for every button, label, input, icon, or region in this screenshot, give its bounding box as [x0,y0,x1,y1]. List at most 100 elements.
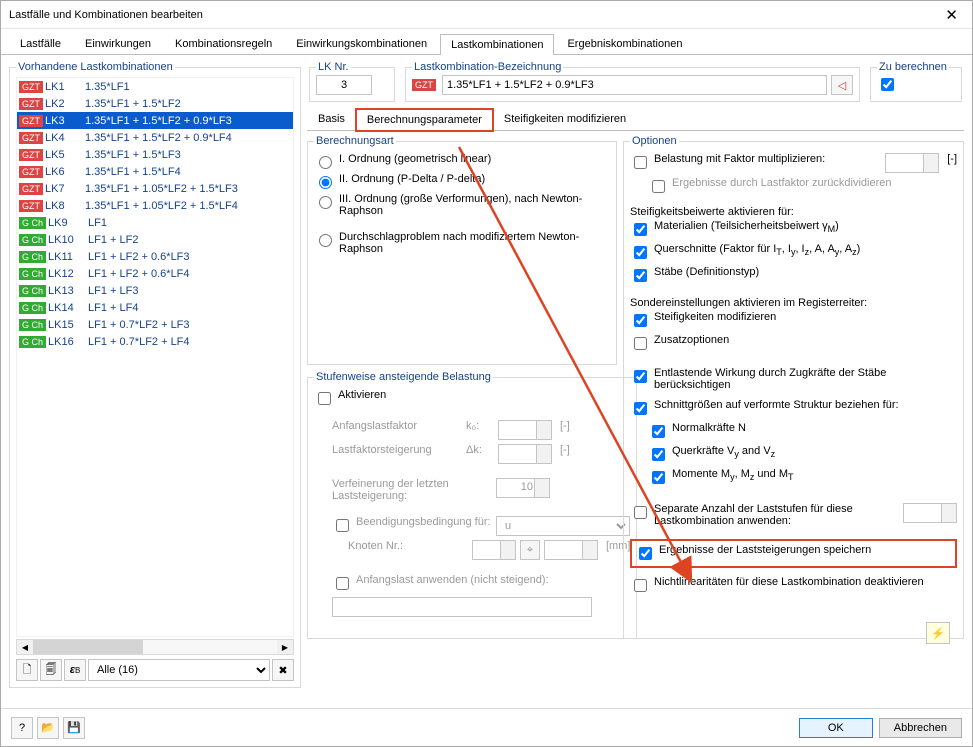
copy-button[interactable]: 🗐 [40,659,62,681]
lk-id: LK11 [48,251,88,263]
lk-id: LK12 [48,268,88,280]
delete-button[interactable]: ✖ [272,659,294,681]
lkname-picker-button[interactable]: ◁ [831,75,853,95]
belastung-checkbox[interactable] [634,156,647,169]
ba-radio-1[interactable] [319,156,332,169]
lk-id: LK3 [45,115,85,127]
stufen-aktivieren-checkbox[interactable] [318,392,331,405]
steifmod-checkbox[interactable] [634,314,647,327]
tab-einwirkungen[interactable]: Einwirkungen [74,33,162,54]
k0-label: k₀: [466,420,494,432]
cancel-button[interactable]: Abbrechen [879,718,962,738]
list-scrollbar[interactable]: ◀ ▶ [16,639,294,655]
beendigung-combo: u [496,516,630,536]
ba-label-2: II. Ordnung (P-Delta / P-delta) [339,173,485,185]
calc-label: Zu berechnen [877,61,949,73]
lk-id: LK4 [45,132,85,144]
list-item[interactable]: GZTLK61.35*LF1 + 1.5*LF4 [17,163,293,180]
querk-checkbox[interactable] [652,448,665,461]
list-item[interactable]: G ChLK9LF1 [17,214,293,231]
steifmod-label: Steifigkeiten modifizieren [654,311,776,323]
momente-checkbox[interactable] [652,471,665,484]
dialog-title: Lastfälle und Kombinationen bearbeiten [9,9,203,21]
separate-checkbox[interactable] [634,506,647,519]
erg-speichern-label: Ergebnisse der Laststeigerungen speicher… [659,544,871,556]
material-checkbox[interactable] [634,223,647,236]
lk-tag: GZT [19,149,43,161]
list-item[interactable]: G ChLK13LF1 + LF3 [17,282,293,299]
filter-combo[interactable]: Alle (16) [88,659,270,681]
calc-group: Zu berechnen [870,61,962,102]
lk-desc: LF1 + LF2 [88,234,138,246]
schnitt-checkbox[interactable] [634,402,647,415]
lk-desc: 1.35*LF1 + 1.05*LF2 + 1.5*LF3 [85,183,238,195]
lk-desc: 1.35*LF1 + 1.5*LF4 [85,166,181,178]
lkname-input[interactable] [442,75,827,95]
open-button[interactable]: 📂 [37,717,59,739]
normal-checkbox[interactable] [652,425,665,438]
lk-id: LK13 [48,285,88,297]
help-button[interactable]: ? [11,717,33,739]
list-item[interactable]: G ChLK12LF1 + LF2 + 0.6*LF4 [17,265,293,282]
separate-input[interactable] [903,503,957,523]
list-item[interactable]: G ChLK16LF1 + 0.7*LF2 + LF4 [17,333,293,350]
nichtlin-checkbox[interactable] [634,579,647,592]
lknr-input[interactable] [316,75,372,95]
scroll-left-icon[interactable]: ◀ [17,640,33,654]
subtab-steifigkeiten[interactable]: Steifigkeiten modifizieren [493,108,637,130]
list-item[interactable]: G ChLK11LF1 + LF2 + 0.6*LF3 [17,248,293,265]
erg-speichern-checkbox[interactable] [639,547,652,560]
anfangslast-checkbox [336,577,349,590]
lk-id: LK1 [45,81,85,93]
lk-desc: LF1 [88,217,107,229]
lk-tag: GZT [19,81,43,93]
lk-id: LK14 [48,302,88,314]
subtab-basis[interactable]: Basis [307,108,356,130]
quer-checkbox[interactable] [634,246,647,259]
belastung-input[interactable] [885,153,939,173]
zusatz-checkbox[interactable] [634,337,647,350]
lk-id: LK10 [48,234,88,246]
tab-lastfaelle[interactable]: Lastfälle [9,33,72,54]
ok-button[interactable]: OK [799,718,873,738]
tab-kombinationsregeln[interactable]: Kombinationsregeln [164,33,283,54]
calc-checkbox[interactable] [881,78,894,91]
tab-einwirkungskombinationen[interactable]: Einwirkungskombinationen [285,33,438,54]
scroll-thumb[interactable] [33,640,143,654]
anfangslast-label: Anfangslast anwenden (nicht steigend): [356,574,549,586]
quer-label: Querschnitte (Faktor für IT, Iy, Iz, A, … [654,243,860,257]
subtab-berechnungsparameter[interactable]: Berechnungsparameter [356,109,493,131]
stabe-checkbox[interactable] [634,269,647,282]
lk-tag: GZT [19,115,43,127]
scroll-track[interactable] [33,640,277,654]
lk-tag: GZT [19,200,43,212]
ba-radio-3[interactable] [319,196,332,209]
tab-lastkombinationen[interactable]: Lastkombinationen [440,34,554,55]
list-item[interactable]: GZTLK81.35*LF1 + 1.05*LF2 + 1.5*LF4 [17,197,293,214]
list-item[interactable]: GZTLK31.35*LF1 + 1.5*LF2 + 0.9*LF3 [17,112,293,129]
new-button[interactable]: 🗋 [16,659,38,681]
tab-ergebniskombinationen[interactable]: Ergebniskombinationen [556,33,693,54]
config-button[interactable]: εB [64,659,86,681]
scroll-right-icon[interactable]: ▶ [277,640,293,654]
list-item[interactable]: GZTLK41.35*LF1 + 1.5*LF2 + 0.9*LF4 [17,129,293,146]
lk-list[interactable]: GZTLK11.35*LF1GZTLK21.35*LF1 + 1.5*LF2GZ… [16,77,294,637]
list-item[interactable]: GZTLK71.35*LF1 + 1.05*LF2 + 1.5*LF3 [17,180,293,197]
sonder-header: Sondereinstellungen aktivieren im Regist… [630,297,957,309]
list-item[interactable]: G ChLK14LF1 + LF4 [17,299,293,316]
ba-radio-2[interactable] [319,176,332,189]
list-item[interactable]: GZTLK51.35*LF1 + 1.5*LF3 [17,146,293,163]
list-item[interactable]: G ChLK15LF1 + 0.7*LF2 + LF3 [17,316,293,333]
ba-label-1: I. Ordnung (geometrisch linear) [339,153,491,165]
close-icon[interactable]: ✕ [939,6,964,24]
quick-calc-button[interactable]: ⚡ [926,622,950,644]
optionen-title: Optionen [630,135,679,147]
list-item[interactable]: GZTLK21.35*LF1 + 1.5*LF2 [17,95,293,112]
list-item[interactable]: G ChLK10LF1 + LF2 [17,231,293,248]
list-item[interactable]: GZTLK11.35*LF1 [17,78,293,95]
ba-radio-4[interactable] [319,234,332,247]
lk-tag: G Ch [19,302,46,314]
nichtlin-label: Nichtlinearitäten für diese Lastkombinat… [654,576,924,588]
save-button[interactable]: 💾 [63,717,85,739]
entlastende-checkbox[interactable] [634,370,647,383]
